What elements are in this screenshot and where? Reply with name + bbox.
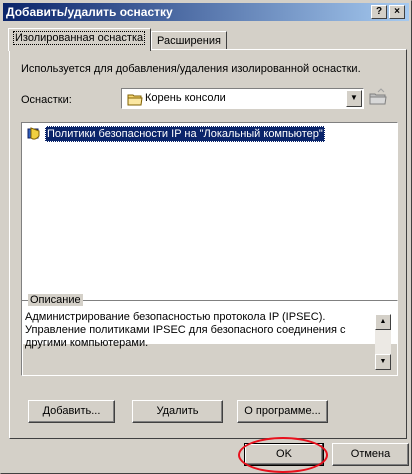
tab-panel: Используется для добавления/удаления изо…	[9, 49, 407, 439]
tab-standalone[interactable]: Изолированная оснастка	[8, 28, 151, 51]
folder-up-button[interactable]	[367, 87, 389, 109]
description-legend: Описание	[28, 294, 83, 306]
tab-standalone-label: Изолированная оснастка	[12, 31, 146, 45]
folder-up-icon	[369, 88, 387, 105]
chevron-down-icon[interactable]: ▼	[346, 90, 362, 107]
snapins-label: Оснастки:	[21, 94, 72, 106]
remove-button[interactable]: Удалить	[132, 400, 223, 423]
tab-extensions-label: Расширения	[157, 35, 221, 47]
snapins-combo[interactable]: Корень консоли ▼	[121, 88, 364, 109]
close-button[interactable]: ×	[389, 5, 405, 19]
about-button[interactable]: О программе...	[237, 400, 328, 423]
dialog-window: Добавить/удалить оснастку ? × Изолирован…	[0, 0, 412, 474]
help-button[interactable]: ?	[371, 5, 387, 19]
description-group: Описание Администрирование безопасностью…	[21, 294, 398, 376]
description-scrollbar[interactable]: ▲ ▼	[375, 314, 391, 370]
list-item-label: Политики безопасности IP на "Локальный к…	[45, 126, 325, 142]
tab-extensions[interactable]: Расширения	[151, 31, 227, 51]
combo-value: Корень консоли	[145, 92, 226, 104]
ip-security-policy-icon	[26, 126, 42, 145]
scroll-down-icon[interactable]: ▼	[375, 354, 391, 370]
folder-icon	[127, 92, 143, 109]
cancel-button[interactable]: Отмена	[332, 443, 409, 466]
title-bar: Добавить/удалить оснастку ? ×	[3, 3, 409, 21]
ok-button[interactable]: OK	[244, 443, 324, 466]
description-text: Администрирование безопасностью протокол…	[25, 311, 346, 349]
scroll-up-icon[interactable]: ▲	[375, 314, 391, 330]
add-button[interactable]: Добавить...	[28, 400, 115, 423]
window-title: Добавить/удалить оснастку	[6, 5, 173, 19]
panel-description: Используется для добавления/удаления изо…	[21, 63, 361, 75]
